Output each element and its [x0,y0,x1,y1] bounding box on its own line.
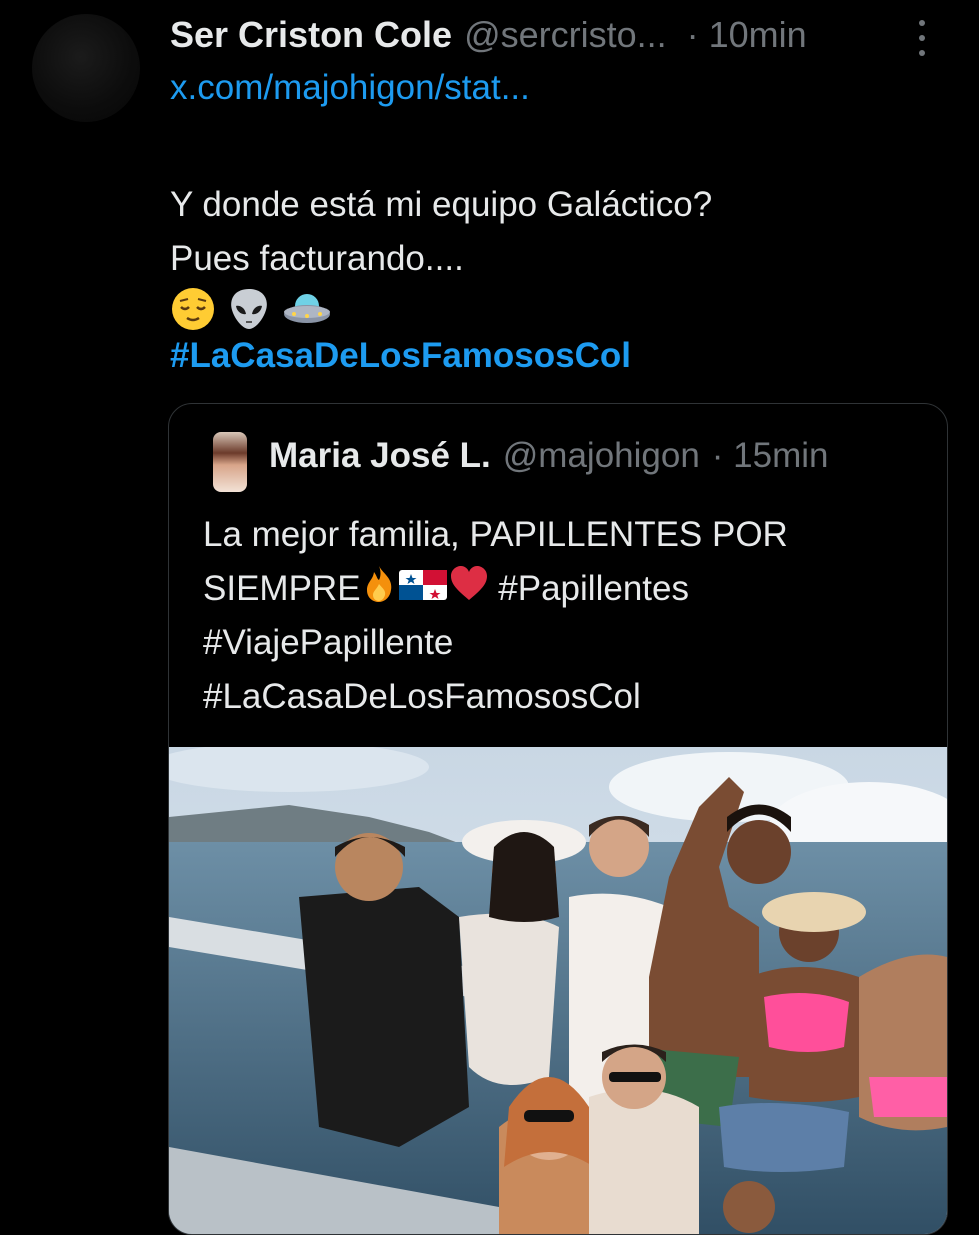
quoted-tweet-text: La mejor familia, PAPILLENTES POR SIEMPR… [203,508,923,724]
relieved-face-icon [172,288,214,330]
author-avatar[interactable] [32,14,140,122]
hashtag-viajepapillente[interactable]: #ViajePapillente [203,616,923,670]
quoted-author-handle[interactable]: @majohigon [503,436,700,476]
more-options-icon[interactable] [912,20,932,56]
quoted-text-line: La mejor familia, PAPILLENTES POR [203,515,788,554]
group-photo-image [169,747,947,1234]
flying-saucer-icon [284,294,330,323]
quoted-tweet-header: Maria José L. @majohigon · 15min [269,436,829,476]
tweet-timestamp[interactable]: · 10min [687,14,807,56]
tweet-link[interactable]: x.com/majohigon/stat... [170,68,530,108]
emoji-row [170,286,332,334]
quoted-text-line: SIEMPRE #Papillentes [203,562,923,616]
quoted-author-name[interactable]: Maria José L. [269,436,491,476]
tweet-text-line: Y donde está mi equipo Galáctico? [170,185,713,224]
tweet-text: Y donde está mi equipo Galáctico? Pues f… [170,178,712,286]
tweet-header: Ser Criston Cole @sercristo... · 10min [170,12,950,58]
hashtag-link[interactable]: #LaCasaDeLosFamososCol [170,336,631,376]
red-heart-icon [450,566,487,600]
author-name[interactable]: Ser Criston Cole [170,14,452,56]
fire-icon [366,566,391,602]
quoted-text-word: SIEMPRE [203,569,361,608]
tweet-text-line: Pues facturando.... [170,239,464,278]
alien-icon [231,289,267,329]
quoted-tweet-photo[interactable] [169,747,947,1234]
flag-panama-icon [398,570,447,600]
quoted-tweet-timestamp[interactable]: · 15min [712,436,829,476]
hashtag-lacasadelosfamososcol[interactable]: #LaCasaDeLosFamososCol [203,670,923,724]
quoted-tweet[interactable]: Maria José L. @majohigon · 15min La mejo… [168,403,948,1235]
hashtag-papillentes[interactable]: #Papillentes [498,569,689,608]
author-handle[interactable]: @sercristo... [464,14,667,56]
quoted-author-avatar[interactable] [213,432,247,492]
